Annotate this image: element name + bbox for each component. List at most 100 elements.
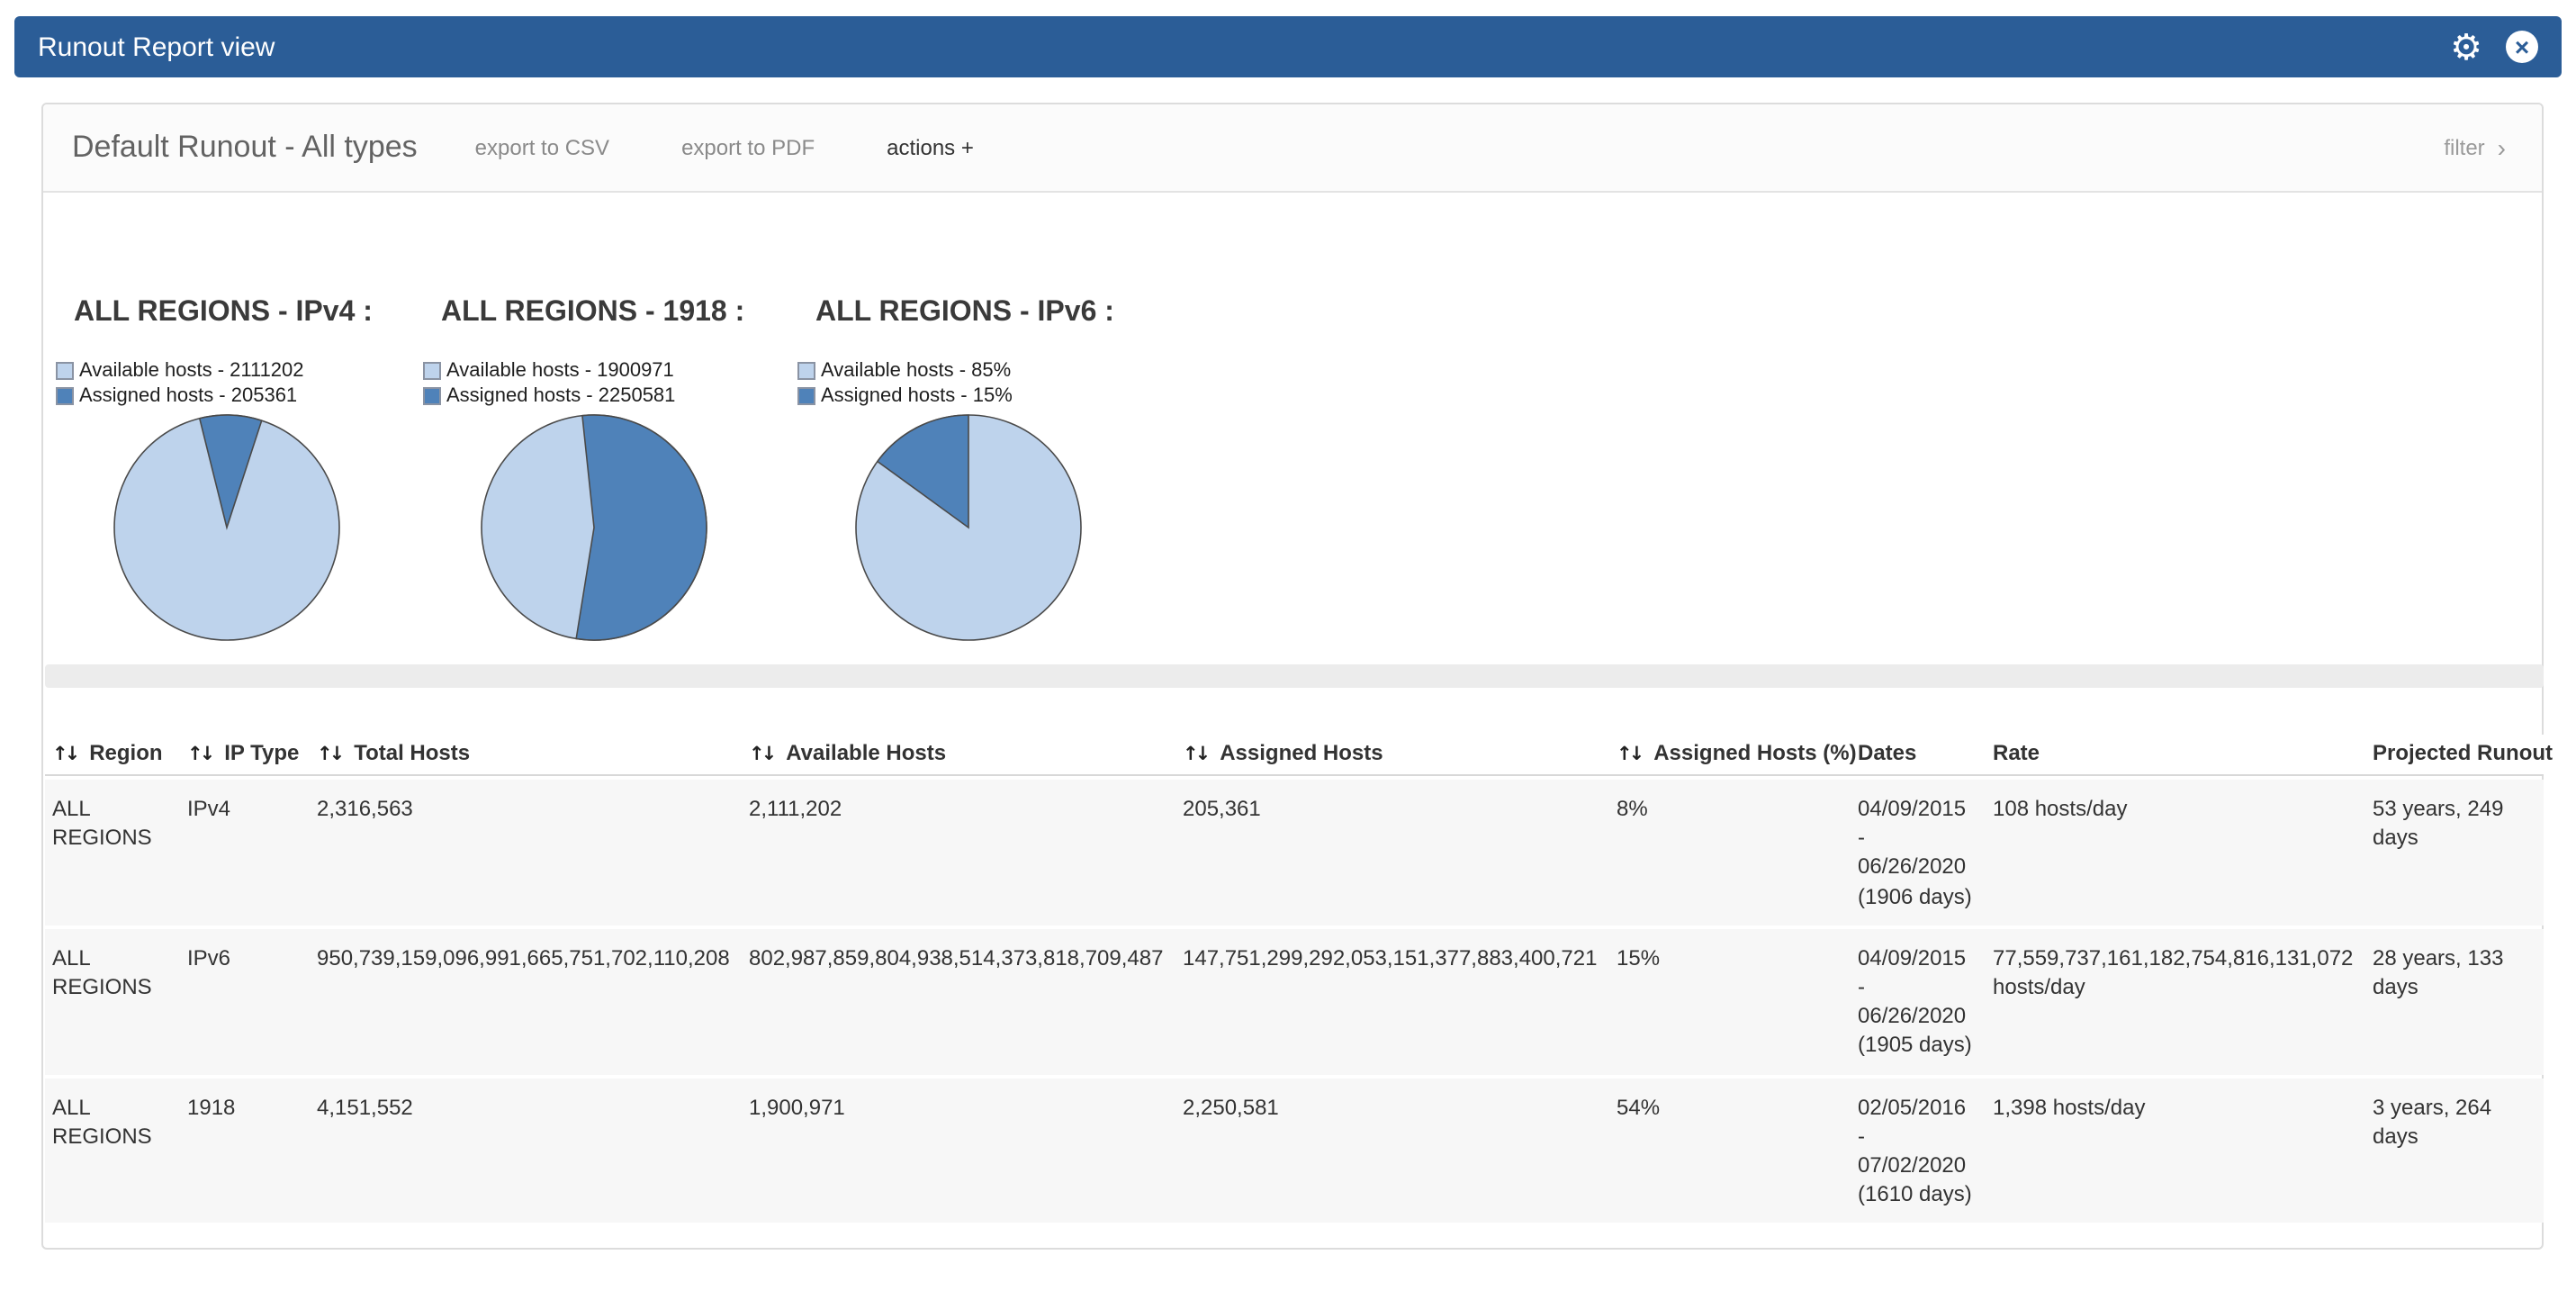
- cell-assigned-hosts: 147,751,299,292,053,151,377,883,400,721: [1175, 929, 1609, 1075]
- chart-title: ALL REGIONS - IPv4 :: [74, 297, 430, 330]
- cell-dates: 02/05/2016-07/02/2020(1610 days): [1851, 1078, 1986, 1223]
- window-title: Runout Report view: [38, 32, 275, 62]
- legend-item: Assigned hosts - 205361: [56, 384, 430, 409]
- sort-icon[interactable]: ↑↓: [1183, 744, 1207, 765]
- date-line: 04/09/2015: [1858, 794, 1978, 823]
- cell-dates: 04/09/2015-06/26/2020(1905 days): [1851, 929, 1986, 1075]
- legend-item: Assigned hosts - 2250581: [423, 384, 797, 409]
- column-header-assigned-hosts[interactable]: ↑↓Assigned Hosts (%): [1609, 735, 1851, 776]
- date-line: (1906 days): [1858, 881, 1978, 910]
- cell-ip-type: IPv4: [180, 780, 310, 925]
- cell-rate: 108 hosts/day: [1986, 780, 2365, 925]
- cell-total-hosts: 2,316,563: [310, 780, 742, 925]
- cell-dates: 04/09/2015-06/26/2020(1906 days): [1851, 780, 1986, 925]
- legend-item: Assigned hosts - 15%: [797, 384, 1172, 409]
- column-header-total-hosts[interactable]: ↑↓ Total Hosts: [310, 735, 742, 776]
- legend-swatch: [797, 387, 815, 405]
- column-header-rate: Rate: [1986, 735, 2365, 776]
- legend-label: Assigned hosts - 15%: [821, 385, 1013, 407]
- column-header-assigned-hosts[interactable]: ↑↓ Assigned Hosts: [1175, 735, 1609, 776]
- cell-assigned-pct: 8%: [1609, 780, 1851, 925]
- date-line: 06/26/2020: [1858, 853, 1978, 881]
- sort-icon[interactable]: ↑↓: [749, 744, 773, 765]
- sort-icon[interactable]: ↑↓: [1617, 744, 1641, 765]
- cell-assigned-pct: 54%: [1609, 1078, 1851, 1223]
- chart-legend: Available hosts - 1900971 Assigned hosts …: [423, 358, 797, 409]
- pie: [853, 412, 1084, 643]
- report-title: Default Runout - All types: [72, 130, 418, 166]
- column-label: Dates: [1858, 740, 1916, 765]
- date-line: -: [1858, 1121, 1978, 1150]
- sort-icon[interactable]: ↑↓: [187, 744, 212, 765]
- legend-item: Available hosts - 1900971: [423, 358, 797, 384]
- cell-projected-runout: 28 years, 133 days: [2365, 929, 2544, 1075]
- cell-projected-runout: 53 years, 249 days: [2365, 780, 2544, 925]
- legend-swatch: [423, 362, 441, 380]
- legend-label: Available hosts - 85%: [821, 360, 1011, 382]
- column-label: Total Hosts: [354, 740, 470, 765]
- runout-table-wrap: ↑↓Region↑↓IP Type↑↓Total Hosts↑↓Availabl…: [45, 731, 2544, 1227]
- sort-icon[interactable]: ↑↓: [317, 744, 341, 765]
- column-header-region[interactable]: ↑↓ Region: [45, 735, 180, 776]
- cell-assigned-hosts: 205,361: [1175, 780, 1609, 925]
- legend-swatch: [56, 387, 74, 405]
- date-line: (1905 days): [1858, 1031, 1978, 1060]
- column-header-ip-type[interactable]: ↑↓IP Type: [180, 735, 310, 776]
- export-csv-link[interactable]: export to CSV: [475, 135, 609, 160]
- table-row[interactable]: ALL REGIONSIPv6950,739,159,096,991,665,7…: [45, 929, 2544, 1075]
- date-line: 07/02/2020: [1858, 1151, 1978, 1179]
- cell-available-hosts: 1,900,971: [742, 1078, 1175, 1223]
- legend-label: Assigned hosts - 2250581: [446, 385, 675, 407]
- column-label: Projected Runout: [2373, 740, 2553, 765]
- date-line: 02/05/2016: [1858, 1092, 1978, 1121]
- table-row[interactable]: ALL REGIONSIPv42,316,5632,111,202205,361…: [45, 780, 2544, 925]
- pie: [112, 412, 342, 643]
- cell-region: ALL REGIONS: [45, 1078, 180, 1223]
- chart-title: ALL REGIONS - IPv6 :: [815, 297, 1172, 330]
- pie-chart-3: ALL REGIONS - IPv6 : Available hosts - 85…: [797, 297, 1172, 643]
- column-header-projected-runout: Projected Runout: [2365, 735, 2544, 776]
- chart-legend: Available hosts - 2111202Assigned hosts …: [56, 358, 430, 409]
- legend-label: Assigned hosts - 205361: [79, 385, 297, 407]
- pie: [479, 412, 709, 643]
- runout-report-window: Runout Report view ⚙ × Default Runout - …: [0, 0, 2576, 1300]
- column-label: Region: [89, 740, 162, 765]
- cell-available-hosts: 802,987,859,804,938,514,373,818,709,487: [742, 929, 1175, 1075]
- chart-title: ALL REGIONS - 1918 :: [441, 297, 797, 330]
- report-container: Default Runout - All types export to CSV…: [41, 103, 2544, 1250]
- report-toolbar: Default Runout - All types export to CSV…: [43, 104, 2542, 193]
- filter-toggle[interactable]: filter ›: [2444, 133, 2506, 162]
- close-icon[interactable]: ×: [2506, 31, 2538, 63]
- pie-chart-2: ALL REGIONS - 1918 : Available hosts - 19…: [423, 297, 797, 643]
- window-titlebar: Runout Report view ⚙ ×: [14, 16, 2562, 77]
- settings-gear-icon[interactable]: ⚙: [2450, 29, 2482, 65]
- column-label: Assigned Hosts: [1220, 740, 1383, 765]
- date-line: -: [1858, 823, 1978, 852]
- actions-menu-button[interactable]: actions +: [887, 135, 974, 160]
- sort-icon[interactable]: ↑↓: [52, 744, 77, 765]
- legend-swatch: [56, 362, 74, 380]
- cell-rate: 1,398 hosts/day: [1986, 1078, 2365, 1223]
- cell-assigned-pct: 15%: [1609, 929, 1851, 1075]
- pie-chart-1: ALL REGIONS - IPv4 : Available hosts - 21…: [56, 297, 430, 643]
- export-pdf-link[interactable]: export to PDF: [681, 135, 815, 160]
- date-line: 04/09/2015: [1858, 943, 1978, 972]
- cell-assigned-hosts: 2,250,581: [1175, 1078, 1609, 1223]
- filter-label: filter: [2444, 135, 2484, 160]
- date-line: 06/26/2020: [1858, 1001, 1978, 1030]
- legend-swatch: [797, 362, 815, 380]
- column-label: Assigned Hosts (%): [1653, 740, 1856, 765]
- horizontal-scrollbar[interactable]: [45, 664, 2544, 688]
- runout-table: ↑↓Region↑↓IP Type↑↓Total Hosts↑↓Availabl…: [45, 731, 2544, 1227]
- cell-region: ALL REGIONS: [45, 929, 180, 1075]
- table-body: ALL REGIONSIPv42,316,5632,111,202205,361…: [45, 780, 2544, 1223]
- table-row[interactable]: ALL REGIONS19184,151,5521,900,9712,250,5…: [45, 1078, 2544, 1223]
- legend-label: Available hosts - 1900971: [446, 360, 674, 382]
- legend-swatch: [423, 387, 441, 405]
- cell-available-hosts: 2,111,202: [742, 780, 1175, 925]
- cell-ip-type: IPv6: [180, 929, 310, 1075]
- charts-row: ALL REGIONS - IPv4 : Available hosts - 21…: [43, 297, 2542, 722]
- cell-total-hosts: 4,151,552: [310, 1078, 742, 1223]
- column-header-dates: Dates: [1851, 735, 1986, 776]
- column-header-available-hosts[interactable]: ↑↓Available Hosts: [742, 735, 1175, 776]
